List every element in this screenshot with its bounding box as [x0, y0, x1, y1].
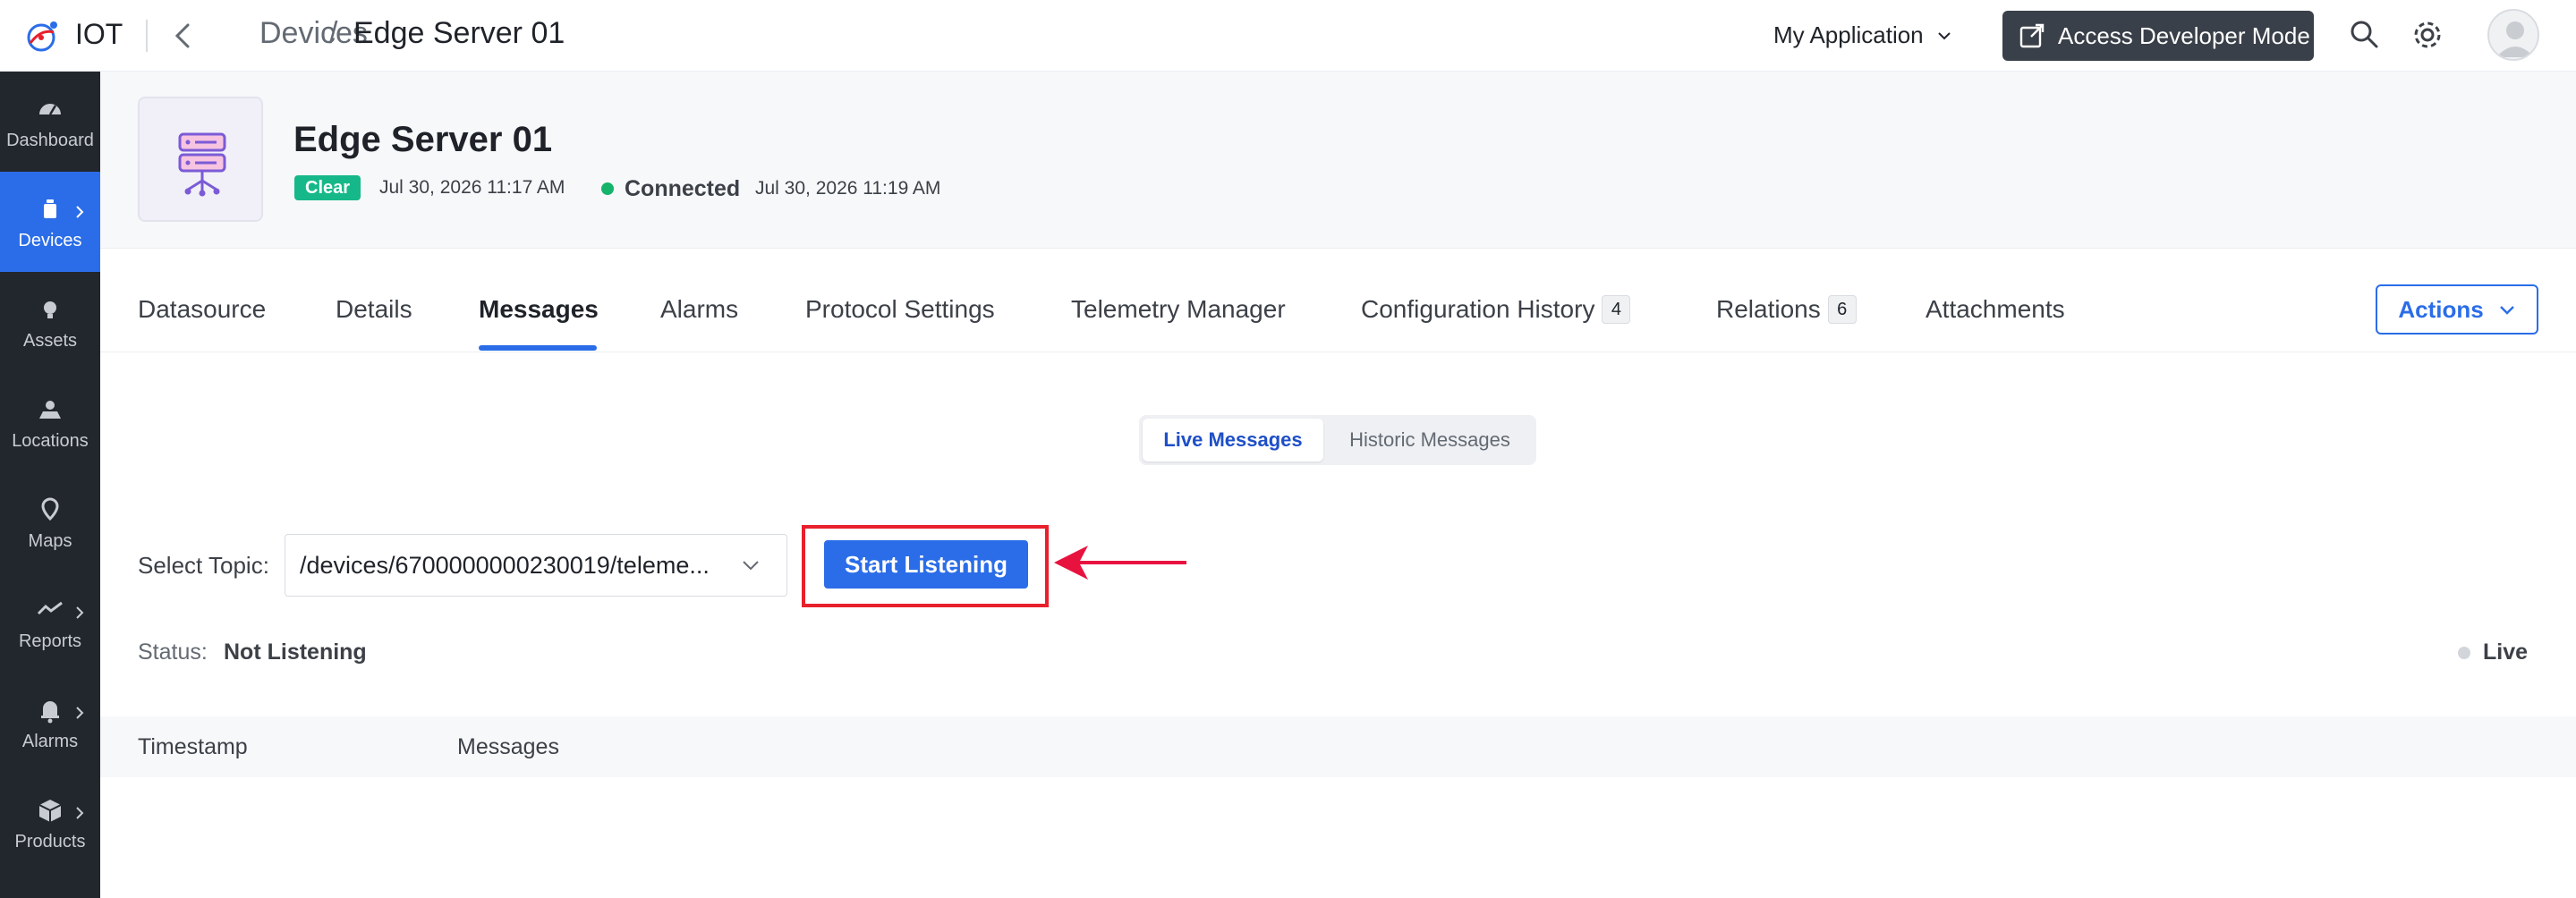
tab-messages[interactable]: Messages — [479, 295, 599, 324]
gear-icon[interactable] — [2410, 18, 2444, 52]
tab-details[interactable]: Details — [336, 295, 412, 324]
sidebar-item-label: Devices — [18, 231, 82, 250]
access-developer-mode-button[interactable]: Access Developer Mode — [2002, 11, 2314, 61]
select-topic-label: Select Topic: — [138, 552, 269, 579]
sidebar-item-dashboard[interactable]: Dashboard — [0, 72, 100, 172]
tab-datasource[interactable]: Datasource — [138, 295, 266, 324]
sidebar-item-label: Products — [14, 832, 86, 851]
search-icon[interactable] — [2348, 18, 2380, 50]
sidebar-item-label: Dashboard — [6, 131, 94, 150]
external-link-icon — [2019, 23, 2045, 48]
back-chevron-icon[interactable] — [166, 20, 199, 52]
relations-count-badge: 6 — [1827, 295, 1857, 324]
message-mode-toggle: Live Messages Historic Messages — [1139, 415, 1536, 465]
device-title: Edge Server 01 — [293, 120, 553, 159]
connection-status-label: Connected — [625, 176, 741, 201]
application-selector-label: My Application — [1773, 21, 1924, 48]
tab-attachments[interactable]: Attachments — [1926, 295, 2065, 324]
chevron-right-icon — [76, 707, 84, 719]
status-value: Not Listening — [224, 640, 367, 665]
chevron-right-icon — [76, 606, 84, 619]
sidebar-item-devices[interactable]: Devices — [0, 172, 100, 272]
tab-alarms[interactable]: Alarms — [660, 295, 738, 324]
breadcrumb-devices-link[interactable]: Devices — [259, 16, 368, 51]
user-avatar[interactable] — [2487, 9, 2539, 61]
device-icon — [44, 199, 56, 218]
column-header-messages: Messages — [457, 734, 559, 759]
sidebar-item-assets[interactable]: Assets — [0, 272, 100, 372]
tab-configuration-history-label: Configuration History — [1361, 295, 1595, 323]
asset-icon — [44, 301, 56, 318]
tab-configuration-history[interactable]: Configuration History 4 — [1361, 295, 1631, 324]
iot-logo-icon[interactable] — [23, 16, 63, 55]
report-icon — [37, 601, 63, 615]
live-messages-tab[interactable]: Live Messages — [1143, 419, 1323, 462]
bell-icon — [41, 701, 59, 724]
start-listening-button[interactable]: Start Listening — [824, 540, 1028, 589]
chevron-right-icon — [76, 807, 84, 819]
sidebar-item-label: Alarms — [21, 732, 79, 751]
sidebar-item-label: Assets — [22, 331, 78, 351]
breadcrumb-current: Edge Server 01 — [353, 16, 565, 50]
connection-status-time: Jul 30, 2026 11:19 AM — [755, 178, 941, 199]
topic-select-value: /devices/6700000000230019/teleme... — [300, 551, 710, 579]
live-indicator-dot — [2458, 647, 2470, 659]
configuration-history-count-badge: 4 — [1602, 295, 1631, 324]
historic-messages-tab[interactable]: Historic Messages — [1327, 419, 1533, 462]
column-header-timestamp: Timestamp — [138, 734, 248, 759]
app-name: IOT — [75, 18, 123, 50]
sidebar-item-maps[interactable]: Maps — [0, 472, 100, 572]
chevron-down-icon — [2499, 306, 2514, 315]
topic-select[interactable]: /devices/6700000000230019/teleme... — [285, 534, 787, 597]
chevron-down-icon — [743, 561, 759, 571]
sidebar-item-products[interactable]: Products — [0, 773, 100, 873]
messages-table-header: Timestamp Messages — [100, 716, 2576, 777]
box-icon — [38, 800, 62, 822]
pointer-arrow-icon — [1054, 546, 1186, 580]
developer-mode-label: Access Developer Mode — [2058, 21, 2310, 49]
user-icon — [2496, 21, 2534, 57]
alarm-status-badge: Clear — [294, 175, 361, 200]
sidebar: Dashboard Devices Assets Locations Maps — [0, 72, 100, 898]
alarm-status-time: Jul 30, 2026 11:17 AM — [379, 177, 565, 198]
device-tabs: Datasource Details Messages Alarms Proto… — [100, 249, 2576, 352]
sidebar-item-label: Locations — [12, 431, 89, 451]
sidebar-item-reports[interactable]: Reports — [0, 572, 100, 673]
tab-protocol-settings[interactable]: Protocol Settings — [805, 295, 995, 324]
live-indicator-label: Live — [2483, 640, 2529, 665]
actions-button-label: Actions — [2398, 295, 2484, 323]
server-icon — [178, 132, 226, 197]
connection-status-dot — [601, 182, 614, 195]
location-icon — [39, 401, 61, 419]
map-pin-icon — [41, 497, 59, 521]
breadcrumb-separator: / — [329, 16, 338, 50]
actions-dropdown-button[interactable]: Actions — [2376, 284, 2538, 335]
device-header: Edge Server 01 Clear Jul 30, 2026 11:17 … — [100, 72, 2576, 249]
sidebar-item-alarms[interactable]: Alarms — [0, 673, 100, 773]
sidebar-item-label: Reports — [18, 631, 82, 651]
tab-telemetry-manager[interactable]: Telemetry Manager — [1071, 295, 1286, 324]
active-tab-indicator — [479, 345, 597, 351]
topbar-divider — [146, 20, 148, 52]
tab-relations-label: Relations — [1716, 295, 1821, 323]
status-label: Status: — [138, 640, 208, 665]
dashboard-icon — [39, 104, 61, 115]
sidebar-item-label: Maps — [28, 531, 72, 551]
tab-relations[interactable]: Relations 6 — [1716, 295, 1857, 324]
device-thumbnail — [138, 97, 263, 222]
chevron-down-icon — [1937, 31, 1951, 39]
sidebar-item-locations[interactable]: Locations — [0, 372, 100, 472]
application-selector[interactable]: My Application — [1773, 21, 1952, 49]
chevron-right-icon — [76, 206, 84, 218]
top-bar: IOT Devices / Edge Server 01 My Applicat… — [0, 0, 2576, 72]
